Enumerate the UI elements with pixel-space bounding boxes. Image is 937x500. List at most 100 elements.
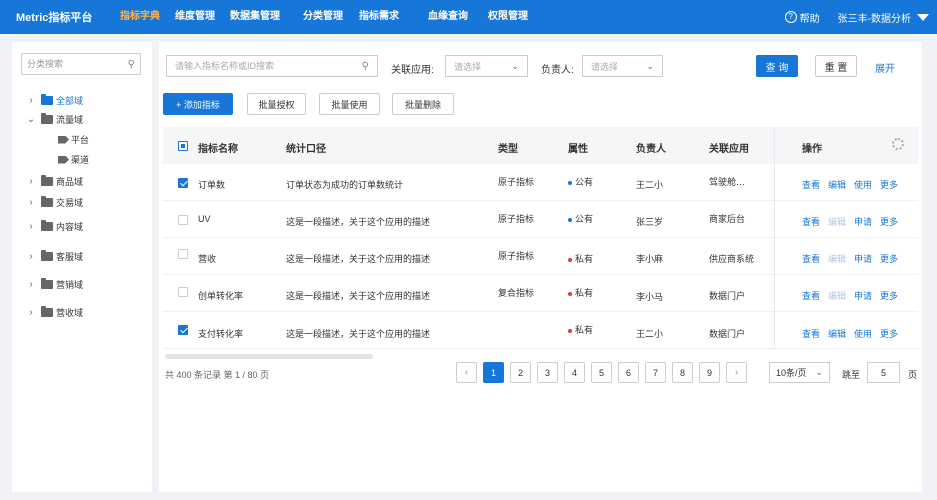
select-all-checkbox[interactable]: [178, 141, 188, 151]
page-button[interactable]: 8: [672, 362, 693, 383]
tree-node-channel[interactable]: 渠道: [58, 153, 89, 166]
col-metric-name[interactable]: 指标名称: [198, 140, 238, 155]
metric-attribute: 私有: [568, 286, 593, 299]
nav-lineage-query[interactable]: 血缘查询: [428, 0, 488, 34]
more-link[interactable]: 更多: [880, 327, 898, 340]
help-link[interactable]: ? 帮助: [784, 10, 820, 25]
tree-node-customer-service[interactable]: › 客服域: [26, 250, 83, 263]
next-page-button[interactable]: ›: [726, 362, 747, 383]
row-checkbox[interactable]: [178, 178, 188, 188]
metric-type: 复合指标: [498, 288, 535, 298]
page-button[interactable]: 2: [510, 362, 531, 383]
add-metric-button[interactable]: + 添加指标: [163, 93, 233, 115]
app-title: Metric指标平台: [16, 12, 93, 24]
chevron-right-icon[interactable]: ›: [26, 176, 36, 187]
apply-link[interactable]: 申请: [854, 289, 872, 302]
top-navbar: Metric指标平台 指标字典 维度管理 数据集管理 分类管理 指标需求 血缘查…: [0, 0, 937, 34]
owner-filter-label: 负责人:: [541, 65, 574, 76]
search-icon[interactable]: ⚲: [362, 61, 369, 72]
user-name: 张三丰-数据分析: [837, 13, 911, 25]
nav-dataset-management[interactable]: 数据集管理: [230, 0, 303, 34]
more-link[interactable]: 更多: [880, 178, 898, 191]
chevron-right-icon[interactable]: ›: [26, 197, 36, 208]
row-checkbox[interactable]: [178, 215, 188, 225]
status-dot: [568, 328, 572, 333]
owner-filter-select[interactable]: 请选择 ⌄: [582, 55, 663, 77]
view-link[interactable]: 查看: [802, 178, 820, 191]
chevron-right-icon[interactable]: ›: [26, 251, 36, 262]
prev-page-button[interactable]: ‹: [456, 362, 477, 383]
row-actions: 查看 编辑 申请 更多: [802, 215, 898, 228]
apply-link[interactable]: 申请: [854, 252, 872, 265]
use-link[interactable]: 使用: [854, 327, 872, 340]
page-button[interactable]: 7: [645, 362, 666, 383]
reset-button[interactable]: 重 置: [815, 55, 857, 77]
more-link[interactable]: 更多: [880, 252, 898, 265]
tree-node-traffic[interactable]: ⌄ 流量域: [26, 113, 83, 126]
user-menu[interactable]: 张三丰-数据分析: [838, 10, 929, 25]
app-filter-select[interactable]: 请选择 ⌄: [445, 55, 528, 77]
tree-node-revenue[interactable]: › 营收域: [26, 306, 83, 319]
metric-attribute: 公有: [568, 175, 593, 188]
page-button[interactable]: 9: [699, 362, 720, 383]
metric-owner: 王二小: [636, 180, 664, 190]
folder-icon: [41, 196, 53, 207]
view-link[interactable]: 查看: [802, 252, 820, 265]
tree-node-label: 营销域: [56, 280, 84, 290]
page-button[interactable]: 4: [564, 362, 585, 383]
query-button[interactable]: 查 询: [756, 55, 798, 77]
nav-category-management[interactable]: 分类管理: [303, 0, 359, 34]
horizontal-scrollbar[interactable]: [165, 354, 373, 359]
page-button[interactable]: 6: [618, 362, 639, 383]
chevron-right-icon[interactable]: ›: [26, 95, 36, 106]
view-link[interactable]: 查看: [802, 327, 820, 340]
chevron-right-icon[interactable]: ›: [26, 307, 36, 318]
tree-node-product[interactable]: › 商品域: [26, 175, 83, 188]
tree-node-marketing[interactable]: › 营销域: [26, 278, 83, 291]
view-link[interactable]: 查看: [802, 289, 820, 302]
edit-link: 编辑: [828, 254, 847, 264]
view-link[interactable]: 查看: [802, 215, 820, 228]
search-icon[interactable]: ⚲: [128, 59, 135, 70]
apply-link[interactable]: 申请: [854, 215, 872, 228]
page-button[interactable]: 3: [537, 362, 558, 383]
more-link[interactable]: 更多: [880, 215, 898, 228]
edit-link[interactable]: 编辑: [828, 178, 846, 191]
chevron-right-icon[interactable]: ›: [26, 221, 36, 232]
page-size-select[interactable]: 10条/页 ⌄: [769, 362, 830, 383]
attribute-label: 私有: [575, 288, 594, 298]
nav-metric-requests[interactable]: 指标需求: [359, 0, 428, 34]
keyword-search-input[interactable]: [175, 61, 345, 71]
category-search-input[interactable]: [27, 59, 117, 69]
batch-authorize-button[interactable]: 批量授权: [247, 93, 306, 115]
expand-link[interactable]: 展开: [875, 60, 895, 75]
nav-metric-dictionary[interactable]: 指标字典: [120, 0, 175, 34]
metric-name: 支付转化率: [198, 329, 244, 339]
row-checkbox[interactable]: [178, 249, 188, 259]
nav-permission-management[interactable]: 权限管理: [488, 0, 548, 34]
category-search: ⚲: [21, 53, 141, 75]
chevron-down-icon[interactable]: ⌄: [26, 114, 36, 125]
jump-page-input[interactable]: 5: [867, 362, 900, 383]
chevron-right-icon[interactable]: ›: [26, 279, 36, 290]
tree-node-platform[interactable]: 平台: [58, 133, 89, 146]
gear-icon[interactable]: [892, 138, 904, 150]
tree-node-all[interactable]: › 全部域: [26, 94, 83, 107]
attribute-label: 公有: [575, 214, 594, 224]
owner-filter-placeholder: 请选择: [591, 61, 619, 72]
row-checkbox[interactable]: [178, 325, 188, 335]
use-link[interactable]: 使用: [854, 178, 872, 191]
tree-node-trade[interactable]: › 交易域: [26, 196, 83, 209]
table-header: 指标名称 统计口径 类型 属性 负责人 关联应用 操作: [163, 127, 918, 164]
more-link[interactable]: 更多: [880, 289, 898, 302]
page-button[interactable]: 1: [483, 362, 504, 383]
batch-delete-button[interactable]: 批量删除: [392, 93, 454, 115]
tree-node-content[interactable]: › 内容域: [26, 220, 83, 233]
batch-use-button[interactable]: 批量使用: [319, 93, 380, 115]
edit-link[interactable]: 编辑: [828, 327, 846, 340]
nav-dimension-management[interactable]: 维度管理: [175, 0, 230, 34]
page-button[interactable]: 5: [591, 362, 612, 383]
metric-owner: 李小马: [636, 292, 664, 302]
row-checkbox[interactable]: [178, 287, 188, 297]
pagination: ‹ 1 2 3 4 5 6 7 8 9 ›: [456, 362, 747, 383]
